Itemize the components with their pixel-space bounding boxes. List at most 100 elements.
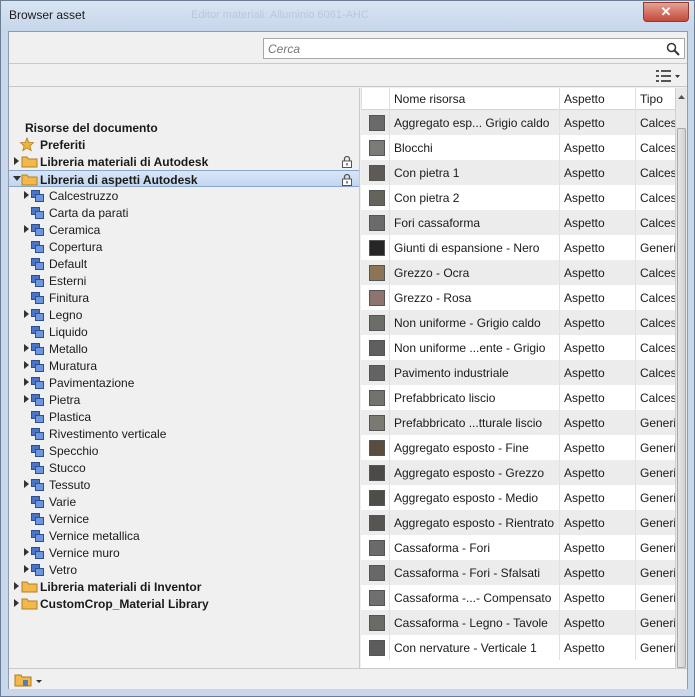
asset-row[interactable]: Aggregato esposto - Fine Aspetto Generi xyxy=(361,435,675,460)
asset-row[interactable]: Cassaforma -...- Compensato Aspetto Generi xyxy=(361,585,675,610)
asset-row[interactable]: Con pietra 2 Aspetto Calces xyxy=(361,185,675,210)
expand-arrow-icon[interactable] xyxy=(23,479,31,489)
asset-name: Non uniforme ...ente - Grigio xyxy=(394,341,546,355)
tree-item-category[interactable]: Muratura xyxy=(9,357,359,374)
tree-item-category[interactable]: Carta da parati xyxy=(9,204,359,221)
expand-arrow-icon[interactable] xyxy=(13,598,21,608)
tree-item-category[interactable]: Plastica xyxy=(9,408,359,425)
scroll-up-icon[interactable] xyxy=(677,90,686,104)
material-swatch xyxy=(369,265,385,281)
vertical-scrollbar[interactable] xyxy=(675,88,687,668)
tree-item-category[interactable]: Legno xyxy=(9,306,359,323)
asset-row[interactable]: Blocchi Aspetto Calces xyxy=(361,135,675,160)
asset-row[interactable]: Grezzo - Rosa Aspetto Calces xyxy=(361,285,675,310)
expand-arrow-icon[interactable] xyxy=(23,343,31,353)
tree-item-favorites[interactable]: Preferiti xyxy=(9,136,359,153)
tree-item-category[interactable]: Varie xyxy=(9,493,359,510)
material-category-icon xyxy=(31,292,44,304)
header-separator[interactable] xyxy=(559,88,560,110)
tree-item-library[interactable]: Libreria materiali di Inventor xyxy=(9,578,359,595)
tree-item-label: Vernice muro xyxy=(49,546,120,560)
material-category-icon xyxy=(31,445,44,457)
asset-row[interactable]: Cassaforma - Fori - Sfalsati Aspetto Gener… xyxy=(361,560,675,585)
expand-arrow-icon[interactable] xyxy=(23,547,31,557)
close-button[interactable]: ✕ xyxy=(643,2,689,22)
material-category-icon xyxy=(31,547,44,559)
tree-item-category[interactable]: Pietra xyxy=(9,391,359,408)
material-category-icon xyxy=(31,275,44,287)
column-separator xyxy=(389,360,390,385)
tree-item-category[interactable]: Calcestruzzo xyxy=(9,187,359,204)
tree-item-library[interactable]: CustomCrop_Material Library xyxy=(9,595,359,612)
expand-arrow-icon[interactable] xyxy=(23,377,31,387)
expand-arrow-icon[interactable] xyxy=(23,360,31,370)
expand-arrow-icon[interactable] xyxy=(13,581,21,591)
library-manage-icon[interactable] xyxy=(13,672,43,688)
header-separator[interactable] xyxy=(635,88,636,110)
asset-row[interactable]: Non uniforme - Grigio caldo Aspetto Calces xyxy=(361,310,675,335)
asset-row[interactable]: Non uniforme ...ente - Grigio Aspetto Calc… xyxy=(361,335,675,360)
tree-item-library[interactable]: Libreria materiali di Autodesk xyxy=(9,153,359,170)
tree-item-document-resources[interactable]: Risorse del documento xyxy=(9,119,359,136)
asset-row[interactable]: Prefabbricato ...tturale liscio Aspetto Ge… xyxy=(361,410,675,435)
list-view-options-icon[interactable] xyxy=(655,69,681,83)
asset-row[interactable]: Prefabbricato liscio Aspetto Calces xyxy=(361,385,675,410)
expand-arrow-icon[interactable] xyxy=(23,224,31,234)
expand-arrow-icon[interactable] xyxy=(23,190,31,200)
asset-row[interactable]: Giunti di espansione - Nero Aspetto Generi xyxy=(361,235,675,260)
column-separator xyxy=(389,285,390,310)
header-separator[interactable] xyxy=(389,88,390,110)
expand-arrow-icon[interactable] xyxy=(23,309,31,319)
column-header-name[interactable]: Nome risorsa xyxy=(394,92,465,106)
tree-item-category[interactable]: Specchio xyxy=(9,442,359,459)
tree-item-category[interactable]: Finitura xyxy=(9,289,359,306)
tree-item-library[interactable]: Libreria di aspetti Autodesk xyxy=(9,170,359,187)
tree-item-category[interactable]: Rivestimento verticale xyxy=(9,425,359,442)
expand-arrow-icon[interactable] xyxy=(23,564,31,574)
column-separator xyxy=(559,310,560,335)
asset-row[interactable]: Cassaforma - Fori Aspetto Generi xyxy=(361,535,675,560)
title-bar[interactable]: Editor materiali: Alluminio 6061-AHC Bro… xyxy=(1,1,694,31)
tree-item-category[interactable]: Default xyxy=(9,255,359,272)
column-separator xyxy=(635,460,636,485)
tree-item-category[interactable]: Vernice xyxy=(9,510,359,527)
asset-name: Cassaforma - Legno - Tavole xyxy=(394,616,548,630)
tree-item-category[interactable]: Copertura xyxy=(9,238,359,255)
column-header-type[interactable]: Tipo xyxy=(640,92,663,106)
asset-row[interactable]: Con pietra 1 Aspetto Calces xyxy=(361,160,675,185)
collapse-arrow-icon[interactable] xyxy=(13,174,21,184)
scrollbar-thumb[interactable] xyxy=(677,128,686,668)
column-separator xyxy=(635,585,636,610)
asset-row[interactable]: Aggregato esposto - Rientrato Aspetto Gene… xyxy=(361,510,675,535)
asset-row[interactable]: Fori cassaforma Aspetto Calces xyxy=(361,210,675,235)
asset-row[interactable]: Aggregato esposto - Grezzo Aspetto Generi xyxy=(361,460,675,485)
expand-arrow-icon[interactable] xyxy=(13,156,21,166)
asset-row[interactable]: Pavimento industriale Aspetto Calces xyxy=(361,360,675,385)
tree-item-category[interactable]: Vernice metallica xyxy=(9,527,359,544)
search-box[interactable] xyxy=(263,38,685,59)
tree-item-category[interactable]: Metallo xyxy=(9,340,359,357)
tree-item-label: CustomCrop_Material Library xyxy=(40,597,209,611)
asset-row[interactable]: Aggregato esposto - Medio Aspetto Generi xyxy=(361,485,675,510)
tree-item-category[interactable]: Liquido xyxy=(9,323,359,340)
tree-item-category[interactable]: Tessuto xyxy=(9,476,359,493)
tree-item-category[interactable]: Vernice muro xyxy=(9,544,359,561)
expand-arrow-icon[interactable] xyxy=(23,394,31,404)
tree-item-category[interactable]: Vetro xyxy=(9,561,359,578)
tree-item-category[interactable]: Esterni xyxy=(9,272,359,289)
asset-type: Generi xyxy=(640,591,675,605)
column-header-aspect[interactable]: Aspetto xyxy=(564,92,605,106)
column-separator xyxy=(559,185,560,210)
asset-row[interactable]: Con nervature - Verticale 1 Aspetto Generi xyxy=(361,635,675,660)
search-input[interactable] xyxy=(268,41,658,57)
search-icon[interactable] xyxy=(666,42,680,56)
column-separator xyxy=(389,185,390,210)
asset-row[interactable]: Aggregato esp... Grigio caldo Aspetto Calc… xyxy=(361,110,675,135)
tree-item-category[interactable]: Pavimentazione xyxy=(9,374,359,391)
tree-item-category[interactable]: Ceramica xyxy=(9,221,359,238)
material-category-icon xyxy=(31,411,44,423)
asset-row[interactable]: Cassaforma - Legno - Tavole Aspetto Generi xyxy=(361,610,675,635)
asset-row[interactable]: Grezzo - Ocra Aspetto Calces xyxy=(361,260,675,285)
tree-item-category[interactable]: Stucco xyxy=(9,459,359,476)
material-category-icon xyxy=(31,479,44,491)
